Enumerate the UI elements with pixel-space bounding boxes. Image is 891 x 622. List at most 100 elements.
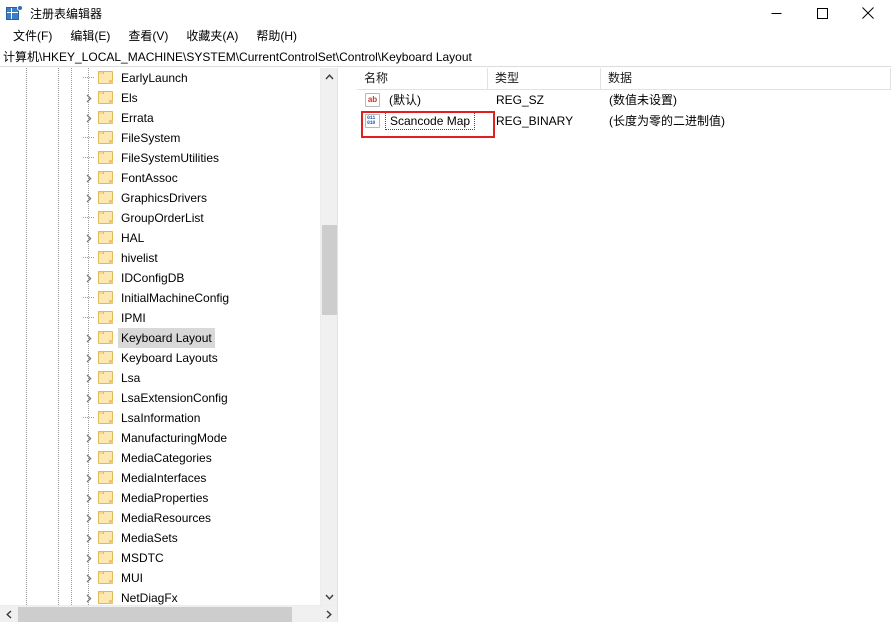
menu-item-4[interactable]: 帮助(H): [247, 27, 306, 46]
tree-expand-chevron-right-icon[interactable]: [83, 348, 95, 368]
maximize-icon: [816, 7, 828, 19]
tree-item-label: MUI: [121, 571, 143, 585]
tree-expand-chevron-right-icon[interactable]: [83, 228, 95, 248]
tree-connector-line: [83, 417, 94, 418]
tree-item-16[interactable]: LsaExtensionConfig: [0, 388, 337, 408]
menu-item-1[interactable]: 编辑(E): [61, 27, 119, 46]
scroll-up-button[interactable]: [321, 68, 337, 85]
folder-icon: [98, 531, 113, 544]
tree-item-11[interactable]: InitialMachineConfig: [0, 288, 337, 308]
tree-item-9[interactable]: hivelist: [0, 248, 337, 268]
chevron-down-icon: [324, 594, 334, 600]
value-name: (默认): [389, 93, 421, 107]
tree-item-1[interactable]: Els: [0, 88, 337, 108]
tree-item-15[interactable]: Lsa: [0, 368, 337, 388]
tree-connector-line: [83, 317, 94, 318]
value-row-0[interactable]: ab (默认) REG_SZ (数值未设置): [357, 90, 891, 111]
scroll-left-button[interactable]: [0, 606, 17, 622]
tree-expand-chevron-right-icon[interactable]: [83, 568, 95, 588]
tree-item-label: hivelist: [121, 251, 158, 265]
tree-item-10[interactable]: IDConfigDB: [0, 268, 337, 288]
tree-item-label: LsaExtensionConfig: [121, 391, 228, 405]
main-content: EarlyLaunch Els Errata FileSystem FileSystem…: [0, 68, 891, 622]
tree-item-25[interactable]: MUI: [0, 568, 337, 588]
tree-item-0[interactable]: EarlyLaunch: [0, 68, 337, 88]
tree-item-5[interactable]: FontAssoc: [0, 168, 337, 188]
tree-expand-chevron-right-icon[interactable]: [83, 328, 95, 348]
tree-expand-chevron-right-icon[interactable]: [83, 368, 95, 388]
tree-expand-chevron-right-icon[interactable]: [83, 108, 95, 128]
tree-expand-chevron-right-icon[interactable]: [83, 188, 95, 208]
tree-item-6[interactable]: GraphicsDrivers: [0, 188, 337, 208]
tree-item-13[interactable]: Keyboard Layout: [0, 328, 337, 348]
scroll-right-button[interactable]: [320, 606, 337, 622]
folder-icon: [98, 471, 113, 484]
tree-scroll-thumb[interactable]: [322, 225, 337, 315]
registry-path: 计算机\HKEY_LOCAL_MACHINE\SYSTEM\CurrentCon…: [3, 49, 472, 64]
chevron-left-icon: [5, 609, 11, 619]
folder-icon: [98, 151, 113, 164]
folder-icon: [98, 571, 113, 584]
tree-expand-chevron-right-icon[interactable]: [83, 428, 95, 448]
tree-item-18[interactable]: ManufacturingMode: [0, 428, 337, 448]
tree-expand-chevron-right-icon[interactable]: [83, 388, 95, 408]
folder-icon: [98, 191, 113, 204]
tree-expand-chevron-right-icon[interactable]: [83, 448, 95, 468]
folder-icon: [98, 551, 113, 564]
title-bar: 注册表编辑器: [0, 0, 891, 26]
tree-vertical-scrollbar[interactable]: [320, 68, 337, 605]
tree-item-label: HAL: [121, 231, 145, 245]
tree-expand-chevron-right-icon[interactable]: [83, 268, 95, 288]
tree-item-7[interactable]: GroupOrderList: [0, 208, 337, 228]
folder-icon: [98, 131, 113, 144]
value-type: REG_SZ: [496, 93, 545, 107]
tree-expand-chevron-right-icon[interactable]: [83, 468, 95, 488]
tree-item-14[interactable]: Keyboard Layouts: [0, 348, 337, 368]
tree-item-8[interactable]: HAL: [0, 228, 337, 248]
folder-icon: [98, 311, 113, 324]
menu-item-3[interactable]: 收藏夹(A): [177, 27, 247, 46]
registry-tree[interactable]: EarlyLaunch Els Errata FileSystem FileSystem…: [0, 68, 337, 605]
tree-expand-chevron-right-icon[interactable]: [83, 528, 95, 548]
tree-expand-chevron-right-icon[interactable]: [83, 88, 95, 108]
pane-splitter[interactable]: [337, 68, 342, 622]
tree-item-17[interactable]: LsaInformation: [0, 408, 337, 428]
tree-expand-chevron-right-icon[interactable]: [83, 168, 95, 188]
scroll-down-button[interactable]: [321, 588, 337, 605]
registry-values-list[interactable]: ab (默认) REG_SZ (数值未设置) 011 010 Scancode Map REG…: [357, 90, 891, 622]
column-header-1[interactable]: 类型: [488, 68, 601, 89]
tree-item-26[interactable]: NetDiagFx: [0, 588, 337, 605]
value-row-1[interactable]: 011 010 Scancode Map REG_BINARY (长度为零的二进制值): [357, 111, 891, 132]
tree-item-21[interactable]: MediaProperties: [0, 488, 337, 508]
tree-hscroll-thumb[interactable]: [18, 607, 292, 622]
tree-item-3[interactable]: FileSystem: [0, 128, 337, 148]
tree-expand-chevron-right-icon[interactable]: [83, 548, 95, 568]
menu-item-0[interactable]: 文件(F): [4, 27, 61, 46]
minimize-button[interactable]: [753, 0, 799, 26]
tree-item-label: GraphicsDrivers: [121, 191, 208, 205]
tree-expand-chevron-right-icon[interactable]: [83, 588, 95, 605]
column-header-0[interactable]: 名称: [357, 68, 488, 89]
tree-item-label: IPMI: [121, 311, 146, 325]
tree-item-24[interactable]: MSDTC: [0, 548, 337, 568]
tree-item-19[interactable]: MediaCategories: [0, 448, 337, 468]
column-header-2[interactable]: 数据: [601, 68, 891, 89]
menu-bar: 文件(F) 编辑(E) 查看(V) 收藏夹(A) 帮助(H): [0, 26, 891, 47]
tree-item-12[interactable]: IPMI: [0, 308, 337, 328]
address-bar[interactable]: 计算机\HKEY_LOCAL_MACHINE\SYSTEM\CurrentCon…: [0, 47, 891, 67]
tree-item-23[interactable]: MediaSets: [0, 528, 337, 548]
tree-expand-chevron-right-icon[interactable]: [83, 488, 95, 508]
maximize-button[interactable]: [799, 0, 845, 26]
tree-item-label: LsaInformation: [121, 411, 201, 425]
tree-item-22[interactable]: MediaResources: [0, 508, 337, 528]
tree-item-20[interactable]: MediaInterfaces: [0, 468, 337, 488]
menu-item-2[interactable]: 查看(V): [119, 27, 177, 46]
tree-horizontal-scrollbar[interactable]: [0, 605, 337, 622]
tree-expand-chevron-right-icon[interactable]: [83, 508, 95, 528]
string-value-icon: ab: [365, 93, 380, 107]
tree-item-label: FontAssoc: [121, 171, 178, 185]
tree-item-2[interactable]: Errata: [0, 108, 337, 128]
close-button[interactable]: [845, 0, 891, 26]
folder-icon: [98, 111, 113, 124]
tree-item-4[interactable]: FileSystemUtilities: [0, 148, 337, 168]
